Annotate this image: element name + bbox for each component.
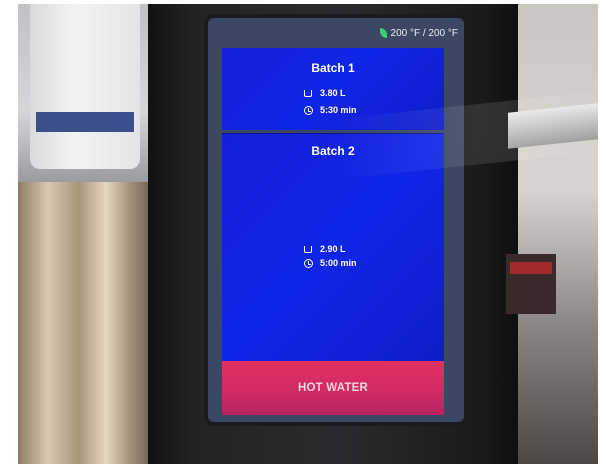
time-row: 5:00 min (304, 258, 357, 268)
bottle-label (36, 112, 134, 132)
batch-1-panel[interactable]: Batch 1 3.80 L 5:30 min (222, 48, 444, 130)
photo-backdrop: 200 °F / 200 °F Batch 1 3.80 L 5:30 min … (18, 4, 598, 464)
batch-title: Batch 1 (311, 61, 355, 75)
time-value: 5:30 min (320, 105, 357, 115)
volume-value: 3.80 L (320, 88, 346, 98)
wall-right (518, 4, 598, 464)
cup-icon (304, 89, 312, 97)
batch-title: Batch 2 (311, 144, 355, 158)
volume-value: 2.90 L (320, 244, 346, 254)
bottle (30, 4, 140, 169)
leaf-icon (379, 28, 387, 38)
steel-panel-left (18, 182, 153, 464)
time-row: 5:30 min (304, 105, 357, 115)
volume-row: 3.80 L (304, 88, 346, 98)
cup-icon (304, 245, 312, 253)
temperature-readout: 200 °F / 200 °F (390, 27, 458, 39)
clock-icon (304, 105, 313, 115)
volume-row: 2.90 L (304, 244, 346, 254)
background-tag (510, 262, 552, 274)
touch-screen: 200 °F / 200 °F Batch 1 3.80 L 5:30 min … (208, 18, 464, 422)
clock-icon (304, 258, 313, 268)
time-value: 5:00 min (320, 258, 357, 268)
background-box (506, 254, 556, 314)
status-bar: 200 °F / 200 °F (208, 18, 464, 48)
batch-2-panel[interactable]: Batch 2 2.90 L 5:00 min (222, 133, 444, 362)
hot-water-button[interactable]: HOT WATER (222, 361, 444, 415)
